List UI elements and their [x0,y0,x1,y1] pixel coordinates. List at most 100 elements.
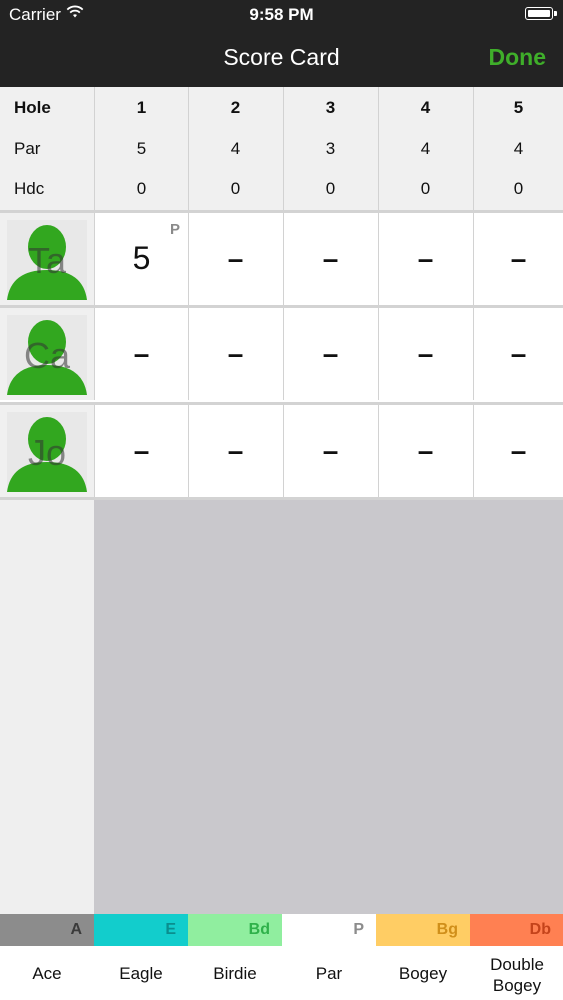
player-initials: Ca [23,335,71,376]
score-value: 5 [132,240,151,276]
hdc-value: 0 [136,179,147,198]
battery-icon [525,7,557,20]
score-value: – [133,435,150,466]
legend-abbr: A [70,921,82,938]
legend-chip: A [0,914,94,946]
legend-par[interactable]: P Par [282,914,376,1000]
hole-number: 4 [420,98,431,117]
score-value: – [133,338,150,369]
score-cell[interactable]: – [188,213,282,305]
score-value: – [227,243,244,274]
hdc-value: 0 [420,179,431,198]
score-cell[interactable]: – [378,213,472,305]
score-cell[interactable]: – [473,213,563,305]
legend-abbr: E [165,921,176,938]
status-bar: Carrier 9:58 PM [0,0,563,30]
legend-label: Eagle [119,964,163,983]
score-cell[interactable]: – [283,405,377,497]
hole-number: 1 [136,98,147,117]
legend-abbr: Bd [248,921,270,938]
legend-label: Birdie [213,964,257,983]
hdc-value: 0 [325,179,336,198]
hole-row-label: Hole [14,98,51,117]
par-value: 4 [513,139,524,158]
score-value: – [510,435,527,466]
player-row: Ta 5 P – – – – [0,213,563,305]
legend-label: Par [315,964,343,983]
legend-chip: Bd [188,914,282,946]
player-row: Jo – – – – – [0,405,563,497]
hole-column-1: 1 5 0 [94,87,188,210]
clock: 9:58 PM [249,5,314,24]
player-avatar-cell[interactable]: Ca [0,308,94,400]
legend-label: Bogey [398,964,448,983]
legend-chip: Bg [376,914,470,946]
hole-column-3: 3 3 0 [283,87,377,210]
hdc-value: 0 [230,179,241,198]
score-cell[interactable]: – [283,213,377,305]
legend-chip: P [282,914,376,946]
score-value: – [417,243,434,274]
navigation-bar: Score Card Done [0,30,563,87]
legend-chip: Db [470,914,563,946]
hdc-row-label: Hdc [14,179,45,198]
score-cell[interactable]: – [188,308,282,400]
score-value: – [417,338,434,369]
page-title: Score Card [223,44,340,70]
player-avatar-cell[interactable]: Jo [0,405,94,497]
hole-number: 3 [325,98,336,117]
score-cell[interactable]: – [283,308,377,400]
score-value: – [227,338,244,369]
legend-label: Double Bogey [490,955,544,995]
hole-number: 2 [230,98,241,117]
avatar: Ta [7,220,87,300]
player-row: Ca – – – – – [0,308,563,400]
hole-column-5: 5 4 0 [473,87,563,210]
hole-number: 5 [513,98,524,117]
legend-label: Ace [32,964,62,983]
score-cell[interactable]: – [473,308,563,400]
player-initials: Jo [27,432,67,473]
empty-score-area [94,500,563,914]
score-value: – [322,338,339,369]
done-button[interactable]: Done [489,44,547,71]
legend-abbr: Bg [436,921,458,938]
score-value: – [322,435,339,466]
avatar: Ca [7,315,87,395]
player-avatar-cell[interactable]: Ta [0,213,94,305]
legend-abbr: P [353,921,364,938]
hdc-value: 0 [513,179,524,198]
empty-player-column [0,500,94,914]
legend-abbr: Db [529,921,551,938]
score-value: – [322,243,339,274]
legend-birdie[interactable]: Bd Birdie [188,914,282,1000]
score-value: – [510,243,527,274]
par-value: 3 [325,139,336,158]
legend-chip: E [94,914,188,946]
legend-bogey[interactable]: Bg Bogey [376,914,470,1000]
score-badge: P [169,221,180,238]
hole-info-header: Hole Par Hdc 1 5 0 2 4 0 3 3 0 4 4 0 5 4… [0,87,563,210]
score-value: – [510,338,527,369]
legend-ace[interactable]: A Ace [0,914,94,1000]
score-cell[interactable]: – [94,308,188,400]
hole-column-2: 2 4 0 [188,87,282,210]
legend-eagle[interactable]: E Eagle [94,914,188,1000]
score-cell[interactable]: – [94,405,188,497]
score-cell[interactable]: – [188,405,282,497]
score-cell[interactable]: – [473,405,563,497]
par-value: 4 [230,139,241,158]
par-row-label: Par [14,139,41,158]
score-legend: A Ace E Eagle Bd Birdie P Par Bg Bogey D… [0,914,563,1000]
hole-column-4: 4 4 0 [378,87,472,210]
par-value: 5 [136,139,147,158]
score-cell[interactable]: – [378,308,472,400]
score-cell[interactable]: 5 P [94,213,188,305]
score-value: – [417,435,434,466]
avatar: Jo [7,412,87,492]
par-value: 4 [420,139,431,158]
player-initials: Ta [27,240,67,281]
legend-double-bogey[interactable]: Db Double Bogey [470,914,563,1000]
score-value: – [227,435,244,466]
score-cell[interactable]: – [378,405,472,497]
